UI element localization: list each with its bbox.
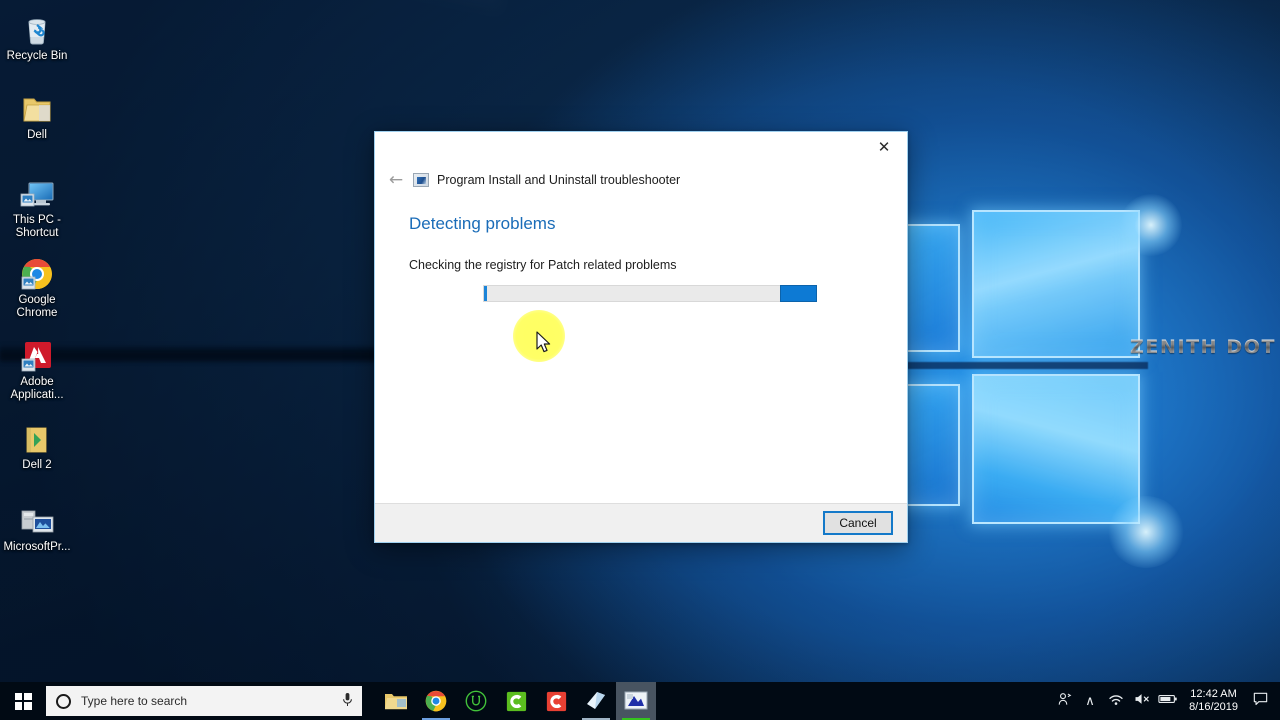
chrome-icon xyxy=(425,690,447,712)
progress-marquee-chunk xyxy=(780,285,817,302)
computer-icon xyxy=(0,497,74,537)
desktop[interactable]: ZENITH DOT Recycle Bin Dell This PC - Sh… xyxy=(0,0,1280,720)
desktop-icon-label: Dell xyxy=(27,129,47,141)
dialog-footer: Cancel xyxy=(375,503,907,542)
desktop-icon-label: This PC - Shortcut xyxy=(13,214,61,239)
clock[interactable]: 12:42 AM 8/16/2019 xyxy=(1181,688,1246,714)
cancel-button[interactable]: Cancel xyxy=(823,511,893,535)
taskbar-item-camtasia-studio[interactable] xyxy=(496,682,536,720)
adobe-icon xyxy=(0,332,74,372)
progress-bar xyxy=(483,285,817,302)
desktop-icon-dell[interactable]: Dell xyxy=(0,85,74,142)
taskbar-item-camtasia-recorder[interactable] xyxy=(536,682,576,720)
camtasia-red-icon xyxy=(546,691,566,711)
folder-icon xyxy=(0,85,74,125)
desktop-icon-this-pc[interactable]: This PC - Shortcut xyxy=(0,170,74,239)
desktop-icon-microsoft-pr[interactable]: MicrosoftPr... xyxy=(0,497,74,554)
desktop-icon-adobe[interactable]: Adobe Applicati... xyxy=(0,332,74,401)
utorrent-icon xyxy=(465,690,487,712)
desktop-icon-recycle-bin[interactable]: Recycle Bin xyxy=(0,6,74,63)
desktop-icon-label: Google Chrome xyxy=(16,294,58,319)
status-text: Checking the registry for Patch related … xyxy=(409,258,677,272)
desktop-icon-label: Recycle Bin xyxy=(6,50,68,62)
desktop-icon-dell-2[interactable]: Dell 2 xyxy=(0,415,74,472)
back-arrow-icon[interactable]: ← xyxy=(379,170,413,190)
mouse-cursor xyxy=(536,331,553,360)
troubleshooter-icon xyxy=(413,173,429,187)
taskbar[interactable]: Type here to search ∧ 12:42 AM 8/16/2019 xyxy=(0,682,1280,720)
search-placeholder: Type here to search xyxy=(81,694,188,708)
volume-muted-icon[interactable] xyxy=(1129,692,1155,710)
monitor-icon xyxy=(0,170,74,210)
troubleshooter-icon xyxy=(624,691,648,710)
taskbar-apps xyxy=(376,682,656,720)
page-title: Detecting problems xyxy=(409,214,556,233)
video-watermark: ZENITH DOT xyxy=(1130,336,1277,358)
folder-open-icon xyxy=(0,415,74,455)
dialog-title: Program Install and Uninstall troublesho… xyxy=(437,173,681,187)
clock-time: 12:42 AM xyxy=(1190,688,1237,700)
windows-logo-icon xyxy=(14,692,32,710)
recycle-bin-icon xyxy=(0,6,74,46)
system-tray: ∧ 12:42 AM 8/16/2019 xyxy=(1051,682,1280,720)
close-icon[interactable]: ✕ xyxy=(861,132,907,162)
dialog-header: ← Program Install and Uninstall troubles… xyxy=(375,166,680,194)
folder-icon xyxy=(385,694,407,710)
desktop-icon-label: Adobe Applicati... xyxy=(10,376,64,401)
cortana-icon xyxy=(56,693,71,709)
dialog-body: Detecting problems Checking the registry… xyxy=(409,214,887,272)
taskbar-item-troubleshooter[interactable] xyxy=(616,682,656,720)
battery-icon[interactable] xyxy=(1155,693,1181,709)
notifications-icon[interactable] xyxy=(1246,692,1274,710)
people-icon[interactable] xyxy=(1051,692,1077,711)
desktop-icon-label: Dell 2 xyxy=(22,459,52,471)
start-button[interactable] xyxy=(0,682,46,720)
desktop-icon-google-chrome[interactable]: Google Chrome xyxy=(0,250,74,319)
taskbar-item-google-chrome[interactable] xyxy=(416,682,456,720)
wifi-icon[interactable] xyxy=(1103,692,1129,710)
microphone-icon[interactable] xyxy=(340,692,354,711)
chrome-icon xyxy=(0,250,74,290)
taskbar-item-utorrent[interactable] xyxy=(456,682,496,720)
clock-date: 8/16/2019 xyxy=(1189,701,1238,713)
camtasia-green-icon xyxy=(506,691,526,711)
search-input[interactable]: Type here to search xyxy=(46,686,362,716)
desktop-icon-label: MicrosoftPr... xyxy=(3,541,71,553)
chevron-up-icon[interactable]: ∧ xyxy=(1077,694,1103,709)
paper-app-icon xyxy=(587,692,605,709)
progress-start-tick xyxy=(484,286,487,301)
taskbar-item-file-explorer[interactable] xyxy=(376,682,416,720)
troubleshooter-dialog[interactable]: ✕ ← Program Install and Uninstall troubl… xyxy=(374,131,908,543)
taskbar-item-blue-app[interactable] xyxy=(576,682,616,720)
